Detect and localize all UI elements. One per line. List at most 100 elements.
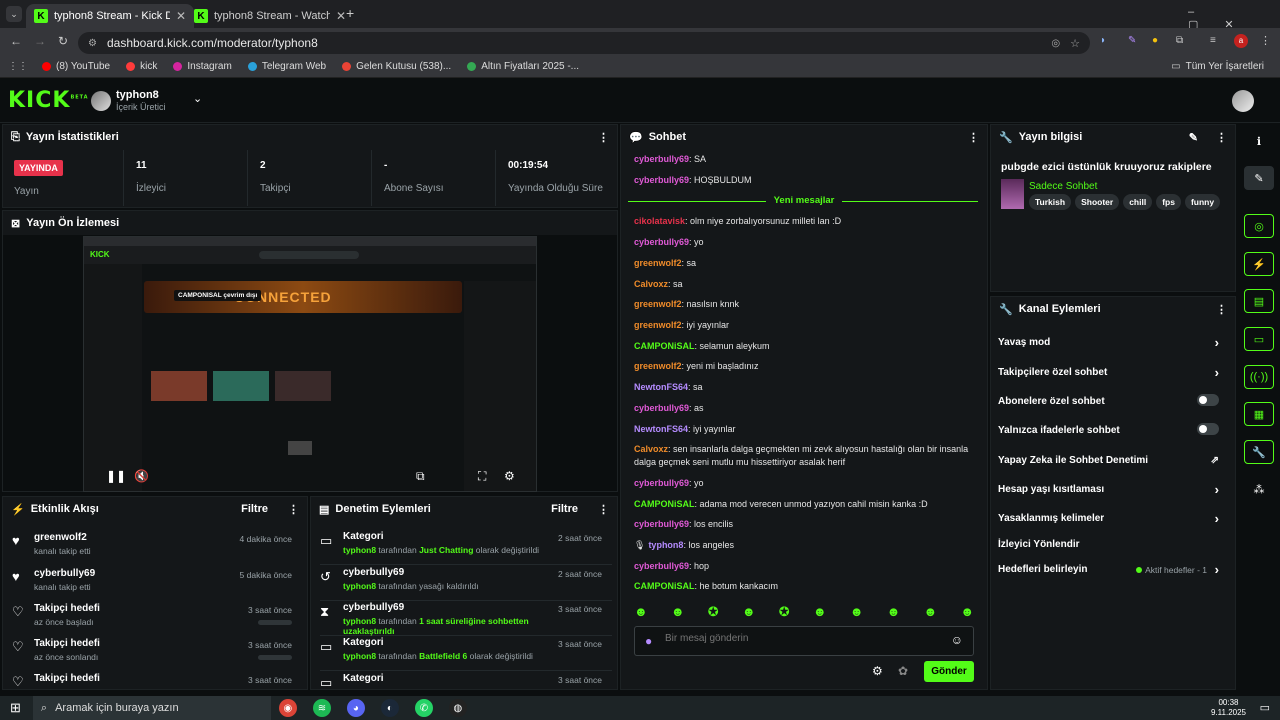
tab-dashboard[interactable]: K typhon8 Stream - Kick Dashbo ✕ — [26, 4, 194, 28]
chat-message[interactable]: greenwolf2: iyi yayınlar — [634, 319, 979, 332]
action-followers-only[interactable]: Takipçilere özel sohbet › — [998, 365, 1223, 380]
action-goals[interactable]: Hedefleri belirleyin Aktif hedefler - 1 … — [998, 562, 1223, 577]
chat-message[interactable]: cyberbully69: los encilis — [634, 518, 979, 531]
chat-username[interactable]: cyberbully69 — [634, 561, 689, 571]
bookmark-telegram[interactable]: Telegram Web — [247, 61, 326, 72]
chat-message[interactable]: cyberbully69: HOŞBULDUM — [634, 174, 979, 187]
reload-icon[interactable]: ↻ — [58, 34, 68, 48]
star-icon[interactable]: ☆ — [1070, 37, 1080, 50]
emote-icon[interactable]: ☻ — [813, 604, 827, 622]
extension-icon[interactable]: ✎ — [1128, 35, 1136, 46]
action-account-age[interactable]: Hesap yaşı kısıtlaması › — [998, 482, 1223, 497]
chat-username[interactable]: cikolatavisk — [634, 216, 685, 226]
chat-username[interactable]: cyberbully69 — [634, 403, 689, 413]
chat-username[interactable]: greenwolf2 — [634, 361, 682, 371]
layout-icon[interactable]: ▦ — [1244, 402, 1274, 426]
emote-icon[interactable]: ☻ — [850, 604, 864, 622]
media-icon[interactable]: ≡ — [1210, 35, 1216, 46]
settings-icon[interactable]: ⚙ — [872, 664, 883, 678]
more-icon[interactable]: ⋮ — [598, 131, 609, 144]
chat-username[interactable]: Calvoxz — [634, 279, 668, 289]
apps-icon[interactable]: ⋮⋮ — [8, 61, 28, 72]
emote-icon[interactable]: ☻ — [634, 604, 648, 622]
user-avatar[interactable] — [1232, 90, 1254, 112]
forward-icon[interactable]: → — [34, 34, 46, 48]
more-icon[interactable]: ⋮ — [598, 503, 609, 516]
new-tab-icon[interactable]: + — [346, 5, 354, 21]
profile-avatar[interactable]: a — [1234, 34, 1248, 48]
microphone-icon[interactable]: ● — [645, 634, 652, 648]
chat-message-field[interactable] — [665, 633, 945, 644]
mute-icon[interactable]: 🔇 — [134, 469, 149, 483]
more-icon[interactable]: ⋮ — [288, 503, 299, 516]
chat-username[interactable]: Calvoxz — [634, 444, 668, 454]
whatsapp-icon[interactable]: ✆ — [414, 699, 433, 717]
edit-icon[interactable]: ✎ — [1244, 166, 1274, 190]
chat-username[interactable]: cyberbully69 — [634, 237, 689, 247]
widgets-icon[interactable]: ⁂ — [1244, 477, 1274, 501]
chat-input[interactable]: ● ☺ — [634, 626, 974, 656]
bookmark-gmail[interactable]: Gelen Kutusu (538)... — [342, 61, 451, 72]
wrench-icon[interactable]: 🔧 — [1244, 440, 1274, 464]
chevron-down-icon[interactable]: ⌄ — [193, 92, 202, 105]
toggle-switch[interactable] — [1197, 423, 1219, 435]
chat-message[interactable]: cyberbully69: yo — [634, 236, 979, 249]
extension-icon[interactable]: ◗ — [1100, 35, 1106, 46]
chat-message[interactable]: cyberbully69: SA — [634, 153, 979, 166]
avatar[interactable] — [91, 91, 111, 111]
bookmark-youtube[interactable]: (8) YouTube — [42, 61, 110, 72]
chat-username[interactable]: greenwolf2 — [634, 258, 682, 268]
chat-message[interactable]: greenwolf2: yeni mi başladınız — [634, 360, 979, 373]
filter-button[interactable]: Filtre — [241, 503, 268, 515]
clock[interactable]: 00:38 9.11.2025 — [1211, 698, 1246, 718]
chat-message[interactable]: CAMPONiSAL: he botum kankacım — [634, 580, 979, 593]
tab-search-icon[interactable]: ⌄ — [6, 6, 22, 22]
chat-message[interactable]: cyberbully69: as — [634, 402, 979, 415]
chat-message[interactable]: CAMPONiSAL: adama mod verecen unmod yazı… — [634, 498, 979, 511]
action-banned-words[interactable]: Yasaklanmış kelimeler › — [998, 511, 1223, 526]
discord-icon[interactable]: ◕ — [346, 699, 365, 717]
bookmark-instagram[interactable]: Instagram — [173, 61, 232, 72]
pause-icon[interactable]: ❚❚ — [106, 469, 126, 483]
more-icon[interactable]: ⋮ — [1216, 131, 1227, 144]
notifications-icon[interactable]: ▭ — [1260, 701, 1270, 714]
tag[interactable]: funny — [1184, 194, 1221, 210]
site-info-icon[interactable]: ⚙ — [88, 38, 97, 49]
category-link[interactable]: Sadece Sohbet — [1029, 181, 1097, 192]
fullscreen-icon[interactable]: ⛶ — [478, 469, 486, 484]
chat-username[interactable]: NewtonFS64 — [634, 424, 688, 434]
chat-message[interactable]: greenwolf2: nasılsın knnk — [634, 298, 979, 311]
steam-icon[interactable]: ◐ — [380, 699, 399, 717]
eye-off-icon[interactable]: ◎ — [1051, 38, 1060, 49]
filter-button[interactable]: Filtre — [551, 503, 578, 515]
emote-icon[interactable]: ☻ — [671, 604, 685, 622]
extension-icon[interactable]: ● — [1152, 35, 1158, 46]
settings-icon[interactable]: ⚙ — [504, 469, 515, 483]
chat-username[interactable]: greenwolf2 — [634, 320, 682, 330]
menu-icon[interactable]: ⋮ — [1260, 34, 1271, 47]
more-icon[interactable]: ⋮ — [968, 131, 979, 144]
emote-icon[interactable]: ☻ — [923, 604, 937, 622]
send-button[interactable]: Gönder — [924, 661, 974, 682]
windows-start-icon[interactable]: ⊞ — [10, 700, 21, 716]
more-icon[interactable]: ⋮ — [1216, 303, 1227, 316]
pip-icon[interactable]: ⧉ — [416, 469, 425, 484]
all-bookmarks[interactable]: ▭ Tüm Yer İşaretleri — [1171, 61, 1264, 72]
chat-message[interactable]: cyberbully69: yo — [634, 477, 979, 490]
edit-icon[interactable]: ✎ — [1189, 131, 1198, 144]
chat-username[interactable]: cyberbully69 — [634, 519, 689, 529]
spotify-icon[interactable]: ≋ — [312, 699, 331, 717]
chat-username[interactable]: CAMPONiSAL — [634, 499, 695, 509]
tag[interactable]: chill — [1123, 194, 1153, 210]
back-icon[interactable]: ← — [10, 34, 22, 48]
category-thumbnail[interactable] — [1001, 179, 1024, 209]
chat-username[interactable]: NewtonFS64 — [634, 382, 688, 392]
chat-username[interactable]: CAMPONiSAL — [634, 581, 695, 591]
tag[interactable]: Turkish — [1029, 194, 1072, 210]
tag[interactable]: fps — [1156, 194, 1181, 210]
chrome-icon[interactable]: ◉ — [278, 699, 297, 717]
close-icon[interactable]: ✕ — [336, 9, 346, 23]
chat-message[interactable]: CAMPONiSAL: selamun aleykum — [634, 340, 979, 353]
chat-username[interactable]: cyberbully69 — [634, 175, 689, 185]
action-ai-moderation[interactable]: Yapay Zeka ile Sohbet Denetimi ⇗ — [998, 455, 1223, 466]
